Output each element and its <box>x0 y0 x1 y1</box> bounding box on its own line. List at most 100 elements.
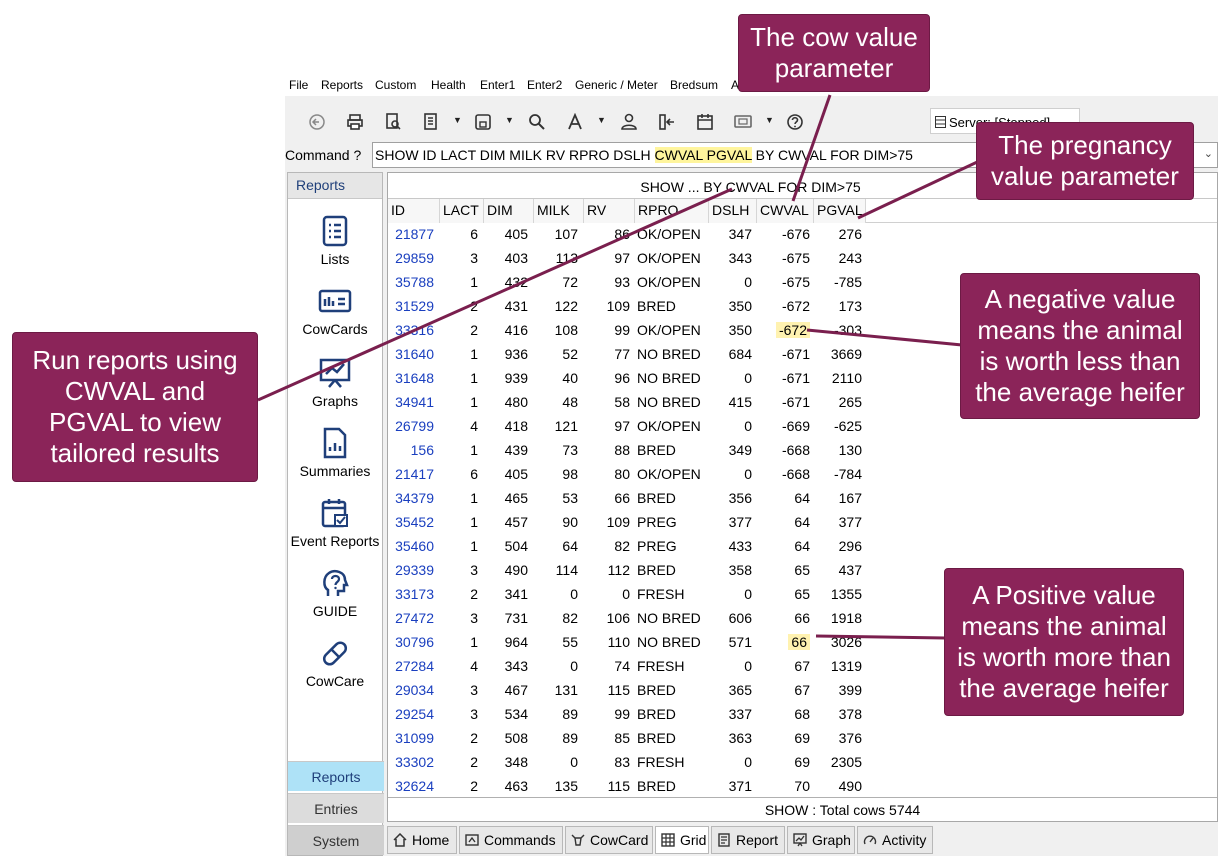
menu-enter2[interactable]: Enter2 <box>527 78 562 92</box>
menu-generic-meter[interactable]: Generic / Meter <box>575 78 658 92</box>
table-row[interactable]: 21417 6 405 98 80 OK/OPEN 0 -668 -784 <box>388 463 868 487</box>
cell-id[interactable]: 29254 <box>392 706 434 722</box>
table-row[interactable]: 156 1 439 73 88 BRED 349 -668 130 <box>388 439 868 463</box>
cell-id[interactable]: 29859 <box>392 250 434 266</box>
nav-item-guide[interactable]: GUIDE <box>288 567 382 627</box>
cell-id[interactable]: 33173 <box>392 586 434 602</box>
table-row[interactable]: 31640 1 936 52 77 NO BRED 684 -671 3669 <box>388 343 868 367</box>
cell-id[interactable]: 35452 <box>392 514 434 530</box>
table-row[interactable]: 29254 3 534 89 99 BRED 337 68 378 <box>388 703 868 727</box>
nav-section-entries[interactable]: Entries <box>288 793 384 823</box>
nav-item-event-reports[interactable]: Event Reports <box>288 497 382 557</box>
cell-id[interactable]: 21877 <box>392 226 434 242</box>
report-icon[interactable] <box>421 113 441 131</box>
table-row[interactable]: 32624 2 463 135 115 BRED 371 70 490 <box>388 775 868 799</box>
table-row[interactable]: 27472 3 731 82 106 NO BRED 606 66 1918 <box>388 607 868 631</box>
print-preview-icon[interactable] <box>383 113 403 131</box>
col-header-lact[interactable]: LACT <box>440 199 484 223</box>
cell-id[interactable]: 31099 <box>392 730 434 746</box>
table-row[interactable]: 35460 1 504 64 82 PREG 433 64 296 <box>388 535 868 559</box>
cell-id[interactable]: 31529 <box>392 298 434 314</box>
cell-id[interactable]: 32624 <box>392 778 434 794</box>
save-dropdown-icon[interactable]: ▼ <box>505 115 514 125</box>
font-dropdown-icon[interactable]: ▼ <box>597 115 606 125</box>
tab-activity[interactable]: Activity <box>857 826 933 854</box>
menu-custom[interactable]: Custom <box>375 78 416 92</box>
cell-id[interactable]: 34941 <box>392 394 434 410</box>
columns-icon[interactable] <box>657 113 677 131</box>
command-dropdown-icon[interactable]: ⌄ <box>1204 147 1213 160</box>
tab-home[interactable]: Home <box>387 826 457 854</box>
back-icon[interactable] <box>307 113 327 131</box>
nav-item-graphs[interactable]: Graphs <box>288 357 382 417</box>
cell-id[interactable]: 156 <box>392 442 434 458</box>
col-header-rpro[interactable]: RPRO <box>635 199 709 223</box>
nav-item-cowcards[interactable]: CowCards <box>288 287 382 347</box>
table-row[interactable]: 31648 1 939 40 96 NO BRED 0 -671 2110 <box>388 367 868 391</box>
report-dropdown-icon[interactable]: ▼ <box>453 115 462 125</box>
cell-id[interactable]: 31648 <box>392 370 434 386</box>
menu-reports[interactable]: Reports <box>321 78 363 92</box>
table-row[interactable]: 34941 1 480 48 58 NO BRED 415 -671 265 <box>388 391 868 415</box>
table-row[interactable]: 27284 4 343 0 74 FRESH 0 67 1319 <box>388 655 868 679</box>
col-header-cwval[interactable]: CWVAL <box>757 199 814 223</box>
cell-id[interactable]: 29034 <box>392 682 434 698</box>
table-row[interactable]: 33173 2 341 0 0 FRESH 0 65 1355 <box>388 583 868 607</box>
col-header-dim[interactable]: DIM <box>484 199 534 223</box>
display-icon[interactable] <box>733 113 753 131</box>
tab-graph[interactable]: Graph <box>787 826 855 854</box>
save-icon[interactable] <box>473 113 493 131</box>
table-row[interactable]: 31099 2 508 89 85 BRED 363 69 376 <box>388 727 868 751</box>
table-row[interactable]: 35788 1 432 72 93 OK/OPEN 0 -675 -785 <box>388 271 868 295</box>
table-row[interactable]: 30796 1 964 55 110 NO BRED 571 66 3026 <box>388 631 868 655</box>
font-icon[interactable] <box>565 113 585 131</box>
col-header-pgval[interactable]: PGVAL <box>814 199 866 223</box>
table-row[interactable]: 21877 6 405 107 86 OK/OPEN 347 -676 276 <box>388 223 868 247</box>
cell-id[interactable]: 35788 <box>392 274 434 290</box>
cell-id[interactable]: 31640 <box>392 346 434 362</box>
menu-bredsum[interactable]: Bredsum <box>670 78 718 92</box>
cell-id[interactable]: 34379 <box>392 490 434 506</box>
col-header-milk[interactable]: MILK <box>534 199 584 223</box>
print-icon[interactable] <box>345 113 365 131</box>
table-row[interactable]: 31529 2 431 122 109 BRED 350 -672 173 <box>388 295 868 319</box>
table-row[interactable]: 29339 3 490 114 112 BRED 358 65 437 <box>388 559 868 583</box>
col-header-dslh[interactable]: DSLH <box>709 199 757 223</box>
col-header-id[interactable]: ID <box>388 199 440 223</box>
tab-commands[interactable]: Commands <box>459 826 563 854</box>
table-row[interactable]: 34379 1 465 53 66 BRED 356 64 167 <box>388 487 868 511</box>
table-row[interactable]: 33302 2 348 0 83 FRESH 0 69 2305 <box>388 751 868 775</box>
cell-id[interactable]: 27472 <box>392 610 434 626</box>
table-row[interactable]: 29034 3 467 131 115 BRED 365 67 399 <box>388 679 868 703</box>
cell-id[interactable]: 29339 <box>392 562 434 578</box>
nav-section-system[interactable]: System <box>288 825 384 855</box>
table-row[interactable]: 29859 3 403 113 97 OK/OPEN 343 -675 243 <box>388 247 868 271</box>
table-row[interactable]: 33316 2 416 108 99 OK/OPEN 350 -672 -303 <box>388 319 868 343</box>
cell-id[interactable]: 26799 <box>392 418 434 434</box>
nav-item-cowcare[interactable]: CowCare <box>288 637 382 697</box>
tab-grid[interactable]: Grid <box>655 826 709 854</box>
menu-file[interactable]: File <box>289 78 308 92</box>
table-row[interactable]: 35452 1 457 90 109 PREG 377 64 377 <box>388 511 868 535</box>
help-icon[interactable] <box>785 113 805 131</box>
cell-id[interactable]: 21417 <box>392 466 434 482</box>
display-dropdown-icon[interactable]: ▼ <box>765 115 774 125</box>
user-icon[interactable] <box>619 113 639 131</box>
col-header-rv[interactable]: RV <box>584 199 635 223</box>
table-row[interactable]: 26799 4 418 121 97 OK/OPEN 0 -669 -625 <box>388 415 868 439</box>
calendar-icon[interactable] <box>695 113 715 131</box>
menu-enter1[interactable]: Enter1 <box>480 78 515 92</box>
menu-health[interactable]: Health <box>431 78 466 92</box>
cell-id[interactable]: 30796 <box>392 634 434 650</box>
cell-pgval: 1918 <box>830 610 862 626</box>
cell-id[interactable]: 33302 <box>392 754 434 770</box>
nav-section-reports[interactable]: Reports <box>288 761 384 791</box>
tab-report[interactable]: Report <box>711 826 785 854</box>
cell-id[interactable]: 27284 <box>392 658 434 674</box>
nav-item-summaries[interactable]: Summaries <box>288 427 382 487</box>
cell-id[interactable]: 33316 <box>392 322 434 338</box>
tab-cowcard[interactable]: CowCard <box>565 826 653 854</box>
nav-item-lists[interactable]: Lists <box>288 215 382 275</box>
search-icon[interactable] <box>527 113 547 131</box>
cell-id[interactable]: 35460 <box>392 538 434 554</box>
